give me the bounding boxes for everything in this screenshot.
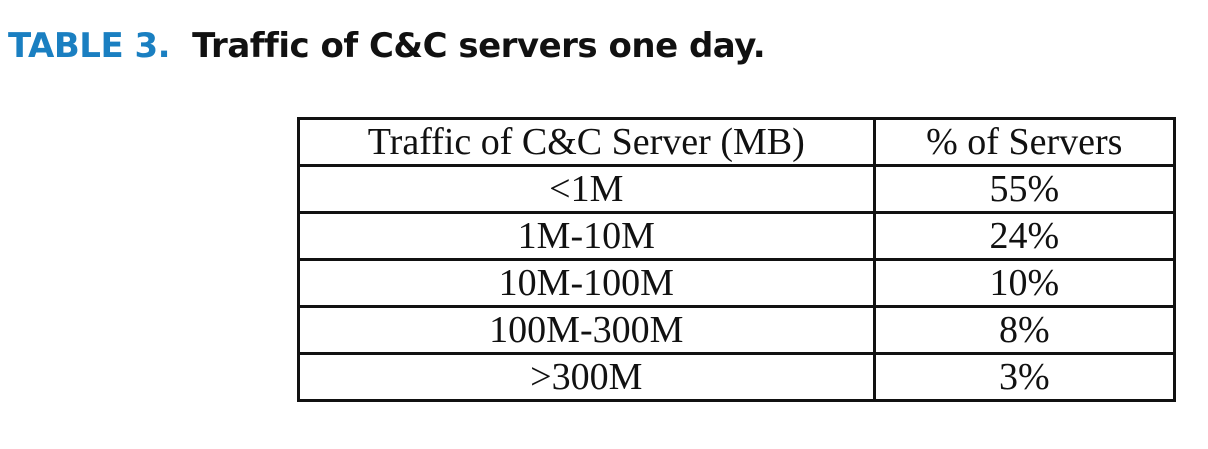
table-row: <1M 55% — [297, 164, 1177, 214]
table-row: 1M-10M 24% — [297, 211, 1177, 261]
traffic-cell: 10M-100M — [297, 258, 876, 308]
percent-cell: 55% — [872, 164, 1177, 214]
table-title: Traffic of C&C servers one day. — [192, 26, 766, 66]
table-header-row: Traffic of C&C Server (MB) % of Servers — [297, 117, 1177, 167]
percent-cell: 10% — [872, 258, 1177, 308]
header-traffic: Traffic of C&C Server (MB) — [297, 117, 876, 167]
percent-cell: 24% — [872, 211, 1177, 261]
table-number-label: TABLE 3. — [8, 26, 171, 66]
table-caption: TABLE 3. Traffic of C&C servers one day. — [8, 22, 766, 70]
table-row: 100M-300M 8% — [297, 305, 1177, 355]
table-row: >300M 3% — [297, 352, 1177, 402]
header-percent-servers: % of Servers — [872, 117, 1177, 167]
traffic-cell: 100M-300M — [297, 305, 876, 355]
table-row: 10M-100M 10% — [297, 258, 1177, 308]
traffic-cell: 1M-10M — [297, 211, 876, 261]
percent-cell: 3% — [872, 352, 1177, 402]
percent-cell: 8% — [872, 305, 1177, 355]
traffic-cell: >300M — [297, 352, 876, 402]
traffic-cell: <1M — [297, 164, 876, 214]
traffic-table: Traffic of C&C Server (MB) % of Servers … — [297, 117, 1177, 402]
